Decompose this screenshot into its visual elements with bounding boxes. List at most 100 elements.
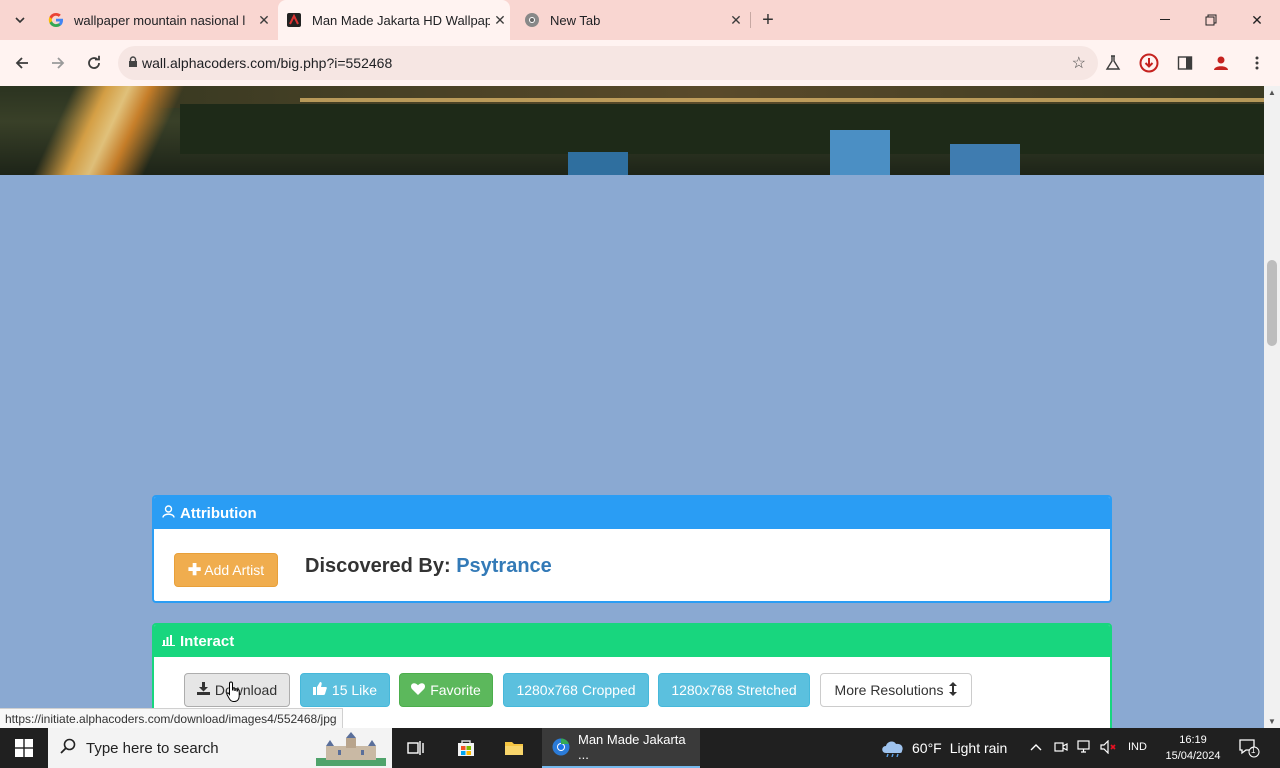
thumbs-up-icon xyxy=(312,682,327,698)
clock-date: 15/04/2024 xyxy=(1165,750,1221,762)
cropped-label: 1280x768 Cropped xyxy=(516,682,636,698)
folder-icon xyxy=(505,742,523,755)
new-tab-button[interactable]: + xyxy=(756,8,780,32)
weather-temp: 60°F xyxy=(912,740,942,756)
tab-jakarta-wallpaper[interactable]: Man Made Jakarta HD Wallpap ✕ xyxy=(278,0,510,40)
page-viewport: Attribution ✚ Add Artist Discovered By: … xyxy=(0,86,1264,728)
start-button[interactable] xyxy=(0,728,48,768)
task-view-button[interactable] xyxy=(392,728,440,768)
stretched-label: 1280x768 Stretched xyxy=(671,682,797,698)
search-highlight-castle-icon xyxy=(316,732,386,766)
restore-button[interactable] xyxy=(1188,0,1234,40)
add-artist-label: Add Artist xyxy=(204,562,265,578)
stretched-resolution-button[interactable]: 1280x768 Stretched xyxy=(658,673,810,707)
arrow-left-icon xyxy=(15,57,28,69)
url-text: wall.alphacoders.com/big.php?i=552468 xyxy=(142,55,393,71)
active-window-title: Man Made Jakarta ... xyxy=(577,732,686,762)
download-indicator-icon[interactable] xyxy=(1138,52,1160,74)
resize-vertical-icon xyxy=(949,681,958,699)
tab-strip: wallpaper mountain nasional l ✕ Man Made… xyxy=(0,0,1280,40)
microsoft-store-button[interactable] xyxy=(442,728,490,768)
close-window-button[interactable]: ✕ xyxy=(1234,0,1280,40)
close-icon[interactable]: ✕ xyxy=(726,10,746,30)
heart-icon xyxy=(411,682,426,698)
user-icon xyxy=(162,505,175,521)
taskbar-chrome-window[interactable]: Man Made Jakarta ... xyxy=(542,728,700,768)
chrome-icon xyxy=(524,12,540,28)
profile-icon[interactable] xyxy=(1210,52,1232,74)
search-placeholder: Type here to search xyxy=(86,739,219,757)
more-label: More Resolutions xyxy=(834,682,944,698)
notification-count: 1 xyxy=(1251,746,1256,755)
star-icon[interactable]: ☆ xyxy=(1072,53,1086,73)
network-icon[interactable] xyxy=(1077,740,1093,757)
attribution-title: Attribution xyxy=(180,504,257,522)
more-resolutions-button[interactable]: More Resolutions xyxy=(820,673,972,707)
reload-icon xyxy=(88,55,100,69)
meet-now-icon[interactable] xyxy=(1054,740,1068,757)
task-view-icon xyxy=(407,741,424,755)
tab-search-button[interactable] xyxy=(8,8,32,32)
close-icon[interactable]: ✕ xyxy=(490,10,510,30)
download-icon xyxy=(196,682,210,698)
vertical-scrollbar[interactable]: ▲ ▼ xyxy=(1264,86,1280,728)
chevron-down-icon xyxy=(15,17,25,24)
chevron-up-icon[interactable] xyxy=(1030,740,1042,754)
scroll-up-icon[interactable]: ▲ xyxy=(1268,88,1276,97)
notification-icon xyxy=(1239,739,1260,758)
reload-button[interactable] xyxy=(80,49,108,77)
attribution-panel: Attribution ✚ Add Artist Discovered By: … xyxy=(152,495,1112,603)
menu-dots-icon[interactable] xyxy=(1246,52,1268,74)
forward-button[interactable] xyxy=(44,49,72,77)
favorite-label: Favorite xyxy=(430,682,481,698)
volume-muted-icon[interactable] xyxy=(1100,739,1118,757)
attribution-header: Attribution xyxy=(154,497,1110,529)
like-button[interactable]: 15 Like xyxy=(300,673,390,707)
system-clock[interactable]: 16:19 15/04/2024 xyxy=(1162,732,1224,764)
clock-time: 16:19 xyxy=(1179,734,1207,746)
weather-widget[interactable]: 60°F Light rain xyxy=(880,728,1007,768)
wallpaper-image[interactable] xyxy=(0,86,1264,175)
download-label: Download xyxy=(214,682,278,698)
back-button[interactable] xyxy=(8,49,36,77)
close-icon[interactable]: ✕ xyxy=(254,10,274,30)
discovered-label: Discovered By: xyxy=(305,555,451,577)
language-indicator[interactable]: IND xyxy=(1128,741,1147,753)
browser-toolbar: wall.alphacoders.com/big.php?i=552468 ☆ xyxy=(0,40,1280,86)
scrollbar-thumb[interactable] xyxy=(1267,260,1277,346)
add-artist-button[interactable]: ✚ Add Artist xyxy=(174,553,278,587)
hand-cursor-icon xyxy=(226,681,240,702)
tab-title: New Tab xyxy=(550,12,601,28)
tab-title: wallpaper mountain nasional l xyxy=(74,12,246,28)
tab-separator xyxy=(750,12,751,28)
cropped-resolution-button[interactable]: 1280x768 Cropped xyxy=(503,673,649,707)
like-label: 15 Like xyxy=(331,682,378,698)
notification-center-button[interactable]: 1 xyxy=(1238,738,1260,758)
windows-taskbar: Type here to search Man Made Jakarta ...… xyxy=(0,728,1280,768)
tab-new-tab[interactable]: New Tab ✕ xyxy=(524,0,746,40)
discoverer-link[interactable]: Psytrance xyxy=(456,555,552,577)
favorite-button[interactable]: Favorite xyxy=(399,673,493,707)
plus-icon: ✚ xyxy=(187,562,202,579)
chart-icon xyxy=(162,634,175,649)
weather-desc: Light rain xyxy=(949,740,1008,756)
interact-title: Interact xyxy=(180,632,235,650)
minimize-button[interactable] xyxy=(1142,0,1188,40)
side-panel-icon[interactable] xyxy=(1174,52,1196,74)
lock-icon xyxy=(129,56,137,67)
tab-title: Man Made Jakarta HD Wallpap xyxy=(312,12,490,28)
file-explorer-button[interactable] xyxy=(490,728,538,768)
scroll-down-icon[interactable]: ▼ xyxy=(1268,717,1276,726)
google-icon xyxy=(48,12,64,28)
tab-wallpaper-search[interactable]: wallpaper mountain nasional l ✕ xyxy=(48,0,274,40)
chrome-icon xyxy=(552,738,570,756)
taskbar-search-box[interactable]: Type here to search xyxy=(48,728,392,768)
rain-cloud-icon xyxy=(882,741,903,757)
labs-icon[interactable] xyxy=(1102,52,1124,74)
alphacoders-icon xyxy=(286,12,302,28)
address-bar[interactable]: wall.alphacoders.com/big.php?i=552468 ☆ xyxy=(118,46,1098,80)
windows-logo-icon xyxy=(15,739,33,757)
discovered-by: Discovered By: Psytrance xyxy=(305,555,552,578)
arrow-right-icon xyxy=(52,57,65,69)
search-icon xyxy=(60,738,76,759)
